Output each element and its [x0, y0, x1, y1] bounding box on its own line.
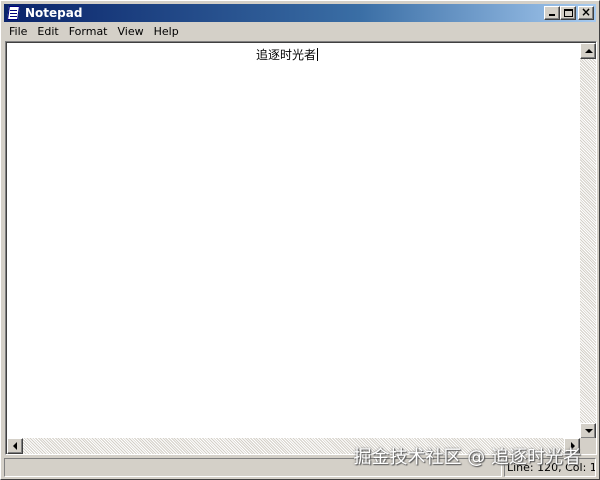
- status-pane-main: [4, 458, 502, 477]
- menu-help[interactable]: Help: [149, 23, 184, 41]
- close-button[interactable]: ×: [578, 5, 594, 20]
- notepad-icon[interactable]: [6, 5, 22, 21]
- editor-frame: 追逐时光者: [5, 41, 597, 455]
- text-caret: [317, 48, 319, 61]
- scroll-down-button[interactable]: [580, 423, 596, 439]
- editor-text: 追逐时光者: [256, 46, 319, 63]
- maximize-icon: [564, 9, 573, 17]
- menu-file[interactable]: File: [4, 23, 32, 41]
- cursor-position: Line: 120, Col: 15: [504, 458, 596, 477]
- notepad-window: Notepad × File Edit Format View Help 追逐时…: [0, 0, 600, 480]
- window-controls: ×: [544, 5, 594, 20]
- menu-view[interactable]: View: [113, 23, 149, 41]
- scroll-right-button[interactable]: [564, 438, 580, 454]
- scroll-up-button[interactable]: [580, 43, 596, 59]
- title-bar[interactable]: Notepad ×: [4, 4, 596, 22]
- window-title: Notepad: [25, 6, 83, 20]
- arrow-left-icon: [13, 442, 17, 450]
- maximize-button[interactable]: [560, 6, 576, 20]
- text-editor[interactable]: 追逐时光者: [6, 42, 596, 454]
- arrow-right-icon: [571, 442, 575, 450]
- vertical-scrollbar[interactable]: [580, 43, 596, 439]
- editor-text-value: 追逐时光者: [256, 48, 317, 62]
- scroll-left-button[interactable]: [7, 438, 23, 454]
- scrollbar-corner: [580, 438, 596, 454]
- menu-format[interactable]: Format: [64, 23, 113, 41]
- close-icon: ×: [580, 5, 592, 19]
- minimize-icon: [549, 14, 555, 16]
- menu-edit[interactable]: Edit: [32, 23, 63, 41]
- arrow-down-icon: [585, 429, 593, 433]
- status-bar: Line: 120, Col: 15: [4, 458, 596, 477]
- minimize-button[interactable]: [544, 6, 560, 20]
- horizontal-scrollbar[interactable]: [7, 438, 580, 454]
- menu-bar: File Edit Format View Help: [4, 23, 596, 41]
- arrow-up-icon: [585, 49, 593, 53]
